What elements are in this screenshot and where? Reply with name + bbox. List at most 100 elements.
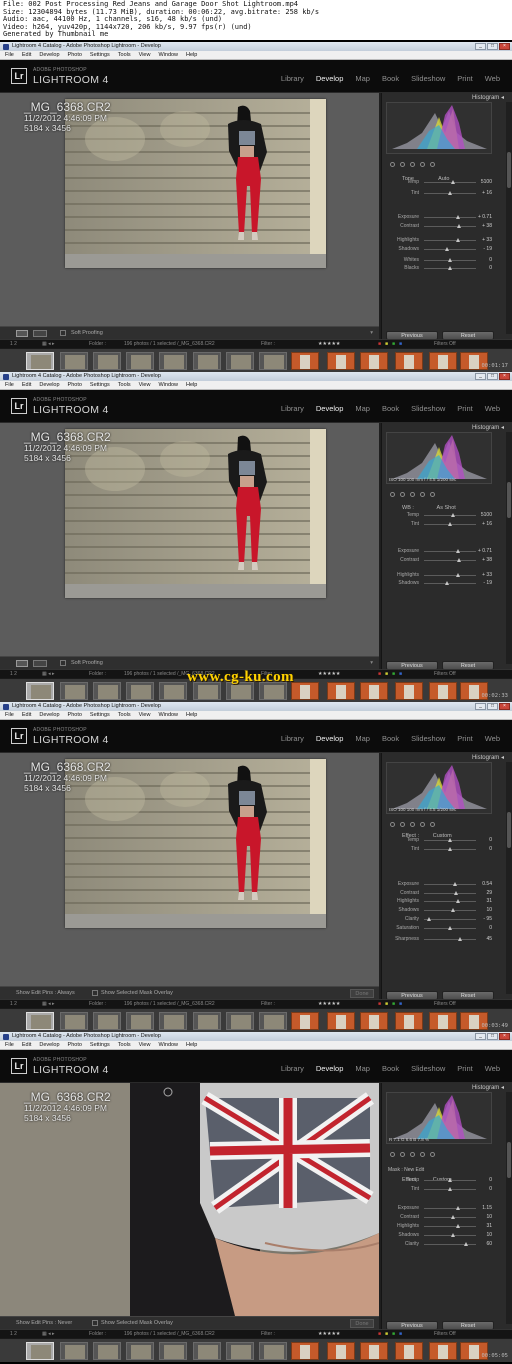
slider-value[interactable]: 10 (486, 906, 492, 914)
menu-item[interactable]: Edit (22, 51, 31, 59)
slider-knob[interactable] (455, 1224, 460, 1228)
slider-value[interactable]: 5100 (481, 511, 492, 519)
slider-temp[interactable]: Temp 0 (386, 836, 492, 844)
module-book[interactable]: Book (382, 404, 399, 413)
filmstrip-thumb[interactable] (126, 1012, 154, 1030)
slider-whites[interactable]: Whites 0 (386, 256, 492, 264)
slider-clarity[interactable]: Clarity - 95 (386, 915, 492, 923)
filmstrip-thumb[interactable] (60, 1012, 88, 1030)
menu-item[interactable]: Tools (118, 711, 131, 719)
slider-value[interactable]: + 16 (482, 189, 492, 197)
module-map[interactable]: Map (355, 404, 370, 413)
slider-value[interactable]: 10 (486, 1213, 492, 1221)
maximize-button[interactable]: □ (487, 43, 498, 50)
soft-proof-checkbox[interactable] (60, 660, 66, 666)
filmstrip-thumb[interactable] (26, 1012, 54, 1030)
slider-highlights[interactable]: Highlights + 33 (386, 236, 492, 244)
compare-view-icon[interactable] (33, 330, 47, 337)
slider-tint[interactable]: Tint 0 (386, 1185, 492, 1193)
slider-value[interactable]: + 16 (482, 520, 492, 528)
menu-item[interactable]: Develop (39, 1041, 59, 1049)
slider-track[interactable] (424, 249, 476, 250)
slider-temp[interactable]: Temp 5100 (386, 178, 492, 186)
slider-track[interactable] (424, 884, 476, 885)
slider-exposure[interactable]: Exposure 1.15 (386, 1204, 492, 1212)
mask-row[interactable]: Mask : New Edit (388, 1167, 424, 1173)
module-slideshow[interactable]: Slideshow (411, 734, 445, 743)
slider-track[interactable] (424, 910, 476, 911)
filmstrip-thumb[interactable] (60, 1342, 88, 1360)
slider-temp[interactable]: Temp 0 (386, 1176, 492, 1184)
filmstrip-thumb[interactable] (159, 352, 187, 370)
filmstrip-thumb[interactable] (327, 1342, 355, 1360)
graduated-filter-icon[interactable] (420, 161, 425, 167)
module-library[interactable]: Library (281, 734, 304, 743)
filmstrip-thumb[interactable] (159, 1342, 187, 1360)
module-library[interactable]: Library (281, 1064, 304, 1073)
filmstrip-thumb[interactable] (93, 1012, 121, 1030)
loupe-view-icon[interactable] (16, 330, 28, 337)
filmstrip-thumb[interactable] (159, 682, 187, 700)
slider-track[interactable] (424, 560, 476, 561)
filmstrip-thumb[interactable] (327, 682, 355, 700)
filmstrip-thumb[interactable] (429, 352, 457, 370)
panel-scrollbar[interactable] (506, 102, 512, 334)
menu-item[interactable]: Tools (118, 51, 131, 59)
maximize-button[interactable]: □ (487, 373, 498, 380)
slider-knob[interactable] (456, 215, 461, 219)
module-library[interactable]: Library (281, 404, 304, 413)
adjustment-brush-icon[interactable] (430, 821, 435, 827)
filmstrip-thumb[interactable] (327, 352, 355, 370)
filmstrip-thumb[interactable] (26, 682, 54, 700)
spot-removal-icon[interactable] (400, 821, 405, 827)
module-library[interactable]: Library (281, 74, 304, 83)
filmstrip-thumb[interactable] (395, 352, 423, 370)
slider-clarity[interactable]: Clarity 60 (386, 1240, 492, 1248)
slider-value[interactable]: + 0.71 (478, 213, 492, 221)
crop-tool-icon[interactable] (390, 161, 395, 167)
slider-knob[interactable] (454, 891, 459, 895)
slider-highlights[interactable]: Highlights 31 (386, 1222, 492, 1230)
slider-shadows[interactable]: Shadows 10 (386, 906, 492, 914)
scroll-thumb[interactable] (507, 812, 511, 848)
slider-knob[interactable] (444, 581, 449, 585)
module-web[interactable]: Web (485, 1064, 500, 1073)
slider-knob[interactable] (455, 899, 460, 903)
slider-track[interactable] (424, 1235, 476, 1236)
spot-removal-icon[interactable] (400, 161, 405, 167)
module-book[interactable]: Book (382, 1064, 399, 1073)
filmstrip-thumb[interactable] (360, 1012, 388, 1030)
filmstrip-thumb[interactable] (291, 352, 319, 370)
histogram-title[interactable]: Histogram ◂ (472, 1084, 504, 1092)
slider-value[interactable]: 31 (486, 1222, 492, 1230)
filmstrip-thumb[interactable] (193, 1012, 221, 1030)
menu-item[interactable]: Settings (90, 381, 110, 389)
slider-knob[interactable] (458, 937, 463, 941)
menu-item[interactable]: Help (186, 381, 197, 389)
slider-value[interactable]: 1.15 (482, 1204, 492, 1212)
slider-track[interactable] (424, 583, 476, 584)
filmstrip-thumb[interactable] (93, 1342, 121, 1360)
slider-value[interactable]: + 0.71 (478, 547, 492, 555)
menu-item[interactable]: Develop (39, 381, 59, 389)
filmstrip[interactable] (0, 1338, 512, 1362)
maximize-button[interactable]: □ (487, 1033, 498, 1040)
menu-item[interactable]: Develop (39, 711, 59, 719)
filmstrip-thumb[interactable] (26, 352, 54, 370)
slider-track[interactable] (424, 217, 476, 218)
graduated-filter-icon[interactable] (420, 821, 425, 827)
done-button[interactable]: Done (350, 989, 374, 998)
slider-track[interactable] (424, 575, 476, 576)
slider-knob[interactable] (448, 847, 452, 851)
module-map[interactable]: Map (355, 74, 370, 83)
slider-knob[interactable] (448, 191, 452, 195)
graduated-filter-icon[interactable] (420, 491, 425, 497)
slider-knob[interactable] (455, 573, 460, 577)
crop-tool-icon[interactable] (390, 821, 395, 827)
minimize-button[interactable]: _ (475, 373, 486, 380)
filmstrip-thumb[interactable] (193, 352, 221, 370)
menu-item[interactable]: Photo (68, 51, 82, 59)
slider-knob[interactable] (450, 513, 455, 517)
spot-removal-icon[interactable] (400, 491, 405, 497)
module-develop[interactable]: Develop (316, 1064, 344, 1073)
